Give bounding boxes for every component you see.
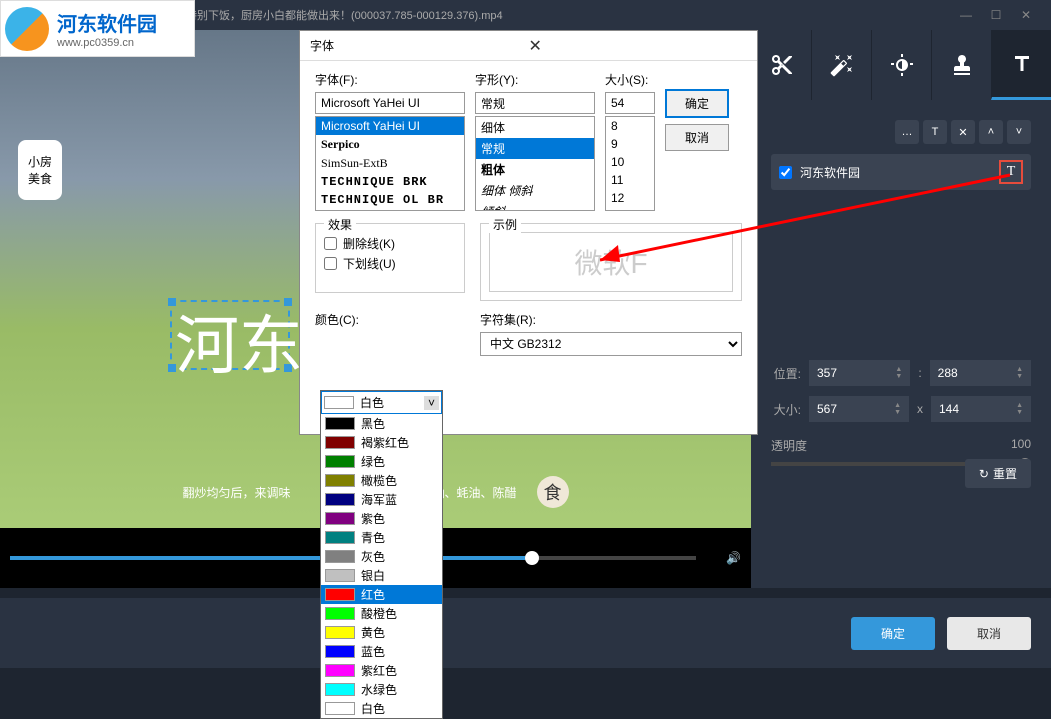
style-list[interactable]: 细体常规粗体细体 倾斜倾斜粗偏斜体 <box>475 116 595 211</box>
move-up-button[interactable]: ˄ <box>979 120 1003 144</box>
color-option[interactable]: 青色 <box>321 528 442 547</box>
color-option[interactable]: 蓝色 <box>321 642 442 661</box>
cancel-button[interactable]: 取消 <box>947 617 1031 650</box>
cut-tool[interactable] <box>751 30 811 100</box>
maximize-button[interactable]: ☐ <box>981 0 1011 30</box>
font-option[interactable]: TECHNIQUE BRK <box>316 173 464 191</box>
confirm-button[interactable]: 确定 <box>851 617 935 650</box>
font-option[interactable]: The End. <box>316 209 464 211</box>
size-option[interactable]: 10 <box>606 153 654 171</box>
size-option[interactable]: 9 <box>606 135 654 153</box>
color-dropdown[interactable]: 白色 ˅ 黑色褐紫红色绿色橄榄色海军蓝紫色青色灰色银白红色酸橙色黄色蓝色紫红色水… <box>320 390 443 719</box>
dialog-close-button[interactable]: ✕ <box>529 36 748 56</box>
font-option[interactable]: SimSun-ExtB <box>316 154 464 173</box>
font-option[interactable]: Microsoft YaHei UI <box>316 117 464 135</box>
style-option[interactable]: 倾斜 <box>476 201 594 211</box>
text-layer-item[interactable]: 河东软件园 T <box>771 154 1031 190</box>
font-option[interactable]: TECHNIQUE OL BR <box>316 191 464 209</box>
more-button[interactable]: … <box>895 120 919 144</box>
layer-visible-checkbox[interactable] <box>779 166 792 179</box>
text-tool[interactable] <box>991 30 1051 100</box>
color-option[interactable]: 水绿色 <box>321 680 442 699</box>
strikeout-checkbox[interactable]: 删除线(K) <box>324 235 456 252</box>
color-option[interactable]: 橄榄色 <box>321 471 442 490</box>
logo-title: 河东软件园 <box>57 8 157 37</box>
move-down-button[interactable]: ˅ <box>1007 120 1031 144</box>
charset-label: 字符集(R): <box>480 311 742 328</box>
font-dialog: 字体 ✕ 字体(F): Microsoft YaHei UISerpicoSim… <box>299 30 758 435</box>
style-option[interactable]: 细体 <box>476 117 594 138</box>
size-option[interactable]: 8 <box>606 117 654 135</box>
dialog-cancel-button[interactable]: 取消 <box>665 124 729 151</box>
style-label: 字形(Y): <box>475 71 595 88</box>
add-text-button[interactable]: T <box>923 120 947 144</box>
edit-text-button[interactable]: T <box>999 160 1023 184</box>
style-option[interactable]: 细体 倾斜 <box>476 180 594 201</box>
color-option[interactable]: 白色 <box>321 699 442 718</box>
font-list[interactable]: Microsoft YaHei UISerpicoSimSun-ExtBTECH… <box>315 116 465 211</box>
charset-select[interactable]: 中文 GB2312 <box>480 332 742 356</box>
sample-preview: 微软F <box>489 232 733 292</box>
size-option[interactable]: 11 <box>606 171 654 189</box>
style-option[interactable]: 粗体 <box>476 159 594 180</box>
logo-url: www.pc0359.cn <box>57 37 157 49</box>
reset-button[interactable]: ↻ 重置 <box>965 459 1031 488</box>
style-option[interactable]: 常规 <box>476 138 594 159</box>
color-label: 颜色(C): <box>315 311 465 328</box>
chef-badge: 小房 美食 <box>18 140 62 200</box>
close-button[interactable]: ✕ <box>1011 0 1041 30</box>
stamp-tool[interactable] <box>931 30 991 100</box>
underline-checkbox[interactable]: 下划线(U) <box>324 255 456 272</box>
sample-label: 示例 <box>489 216 521 233</box>
position-label: 位置: <box>771 365 801 382</box>
site-logo: 河东软件园 www.pc0359.cn <box>0 0 195 57</box>
magic-tool[interactable] <box>811 30 871 100</box>
color-option[interactable]: 绿色 <box>321 452 442 471</box>
size-option[interactable]: 14 <box>606 207 654 211</box>
font-option[interactable]: Serpico <box>316 135 464 154</box>
size-list[interactable]: 891011121416 <box>605 116 655 211</box>
watermark-text[interactable]: 河东 <box>175 295 303 387</box>
color-option[interactable]: 褐紫红色 <box>321 433 442 452</box>
opacity-value: 100 <box>1011 437 1031 451</box>
pos-x-input[interactable]: 357▲▼ <box>809 360 910 386</box>
font-label: 字体(F): <box>315 71 465 88</box>
layer-name: 河东软件园 <box>800 164 999 181</box>
brightness-tool[interactable] <box>871 30 931 100</box>
pos-y-input[interactable]: 288▲▼ <box>930 360 1031 386</box>
size-input[interactable] <box>605 92 655 114</box>
size-label: 大小(S): <box>605 71 655 88</box>
color-option[interactable]: 酸橙色 <box>321 604 442 623</box>
height-input[interactable]: 144▲▼ <box>931 396 1031 422</box>
color-option[interactable]: 银白 <box>321 566 442 585</box>
color-option[interactable]: 红色 <box>321 585 442 604</box>
style-input[interactable] <box>475 92 595 114</box>
delete-button[interactable]: ✕ <box>951 120 975 144</box>
volume-icon[interactable]: 🔊 <box>726 551 741 565</box>
color-option[interactable]: 黑色 <box>321 414 442 433</box>
font-input[interactable] <box>315 92 465 114</box>
dropdown-arrow-icon: ˅ <box>424 396 439 410</box>
minimize-button[interactable]: — <box>951 0 981 30</box>
color-option[interactable]: 海军蓝 <box>321 490 442 509</box>
size-label: 大小: <box>771 401 801 418</box>
color-option[interactable]: 紫色 <box>321 509 442 528</box>
color-option[interactable]: 灰色 <box>321 547 442 566</box>
dialog-ok-button[interactable]: 确定 <box>665 89 729 118</box>
color-selected[interactable]: 白色 ˅ <box>321 391 442 414</box>
dialog-title: 字体 <box>310 37 529 54</box>
size-option[interactable]: 12 <box>606 189 654 207</box>
width-input[interactable]: 567▲▼ <box>809 396 909 422</box>
opacity-label: 透明度 <box>771 439 807 453</box>
color-option[interactable]: 紫红色 <box>321 661 442 680</box>
effects-label: 效果 <box>324 216 356 233</box>
color-option[interactable]: 黄色 <box>321 623 442 642</box>
